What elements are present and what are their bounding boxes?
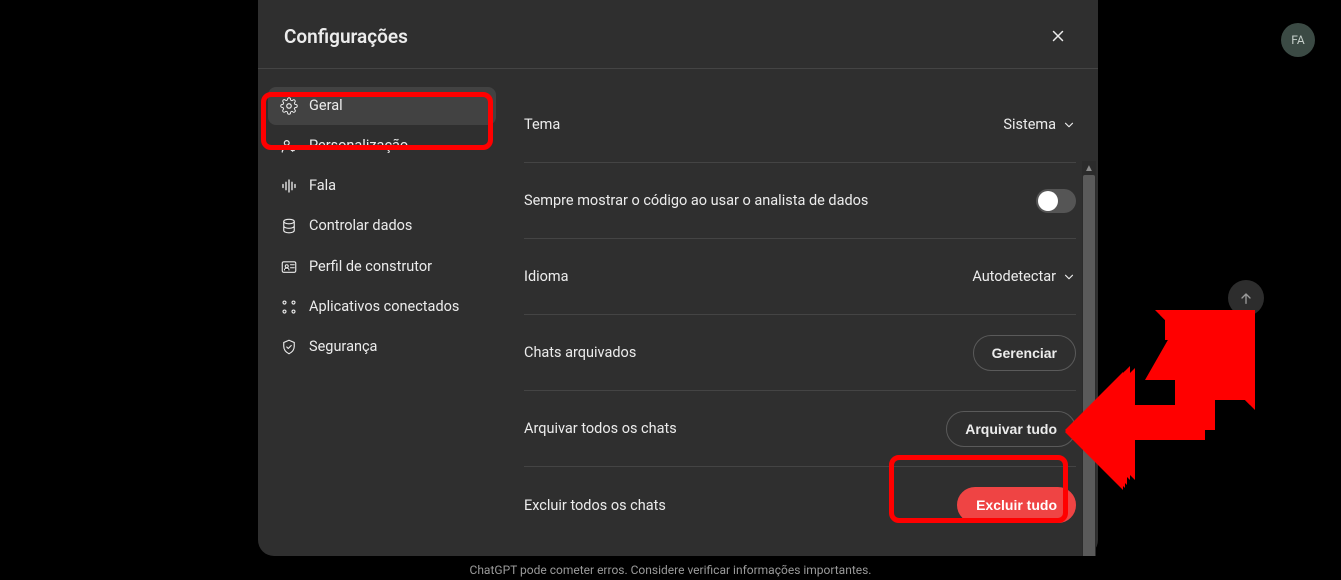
- close-icon: [1049, 27, 1067, 45]
- settings-modal: Configurações Geral Personalização: [258, 0, 1098, 556]
- modal-body: Geral Personalização Fala Controlar dado…: [258, 69, 1098, 556]
- arrow-up-icon: [1238, 290, 1254, 306]
- profile-card-icon: [280, 258, 298, 276]
- apps-grid-icon: [280, 298, 298, 316]
- sidebar-item-general[interactable]: Geral: [268, 87, 496, 125]
- chevron-down-icon: [1062, 270, 1076, 284]
- sidebar-item-label: Personalização: [309, 137, 408, 155]
- language-value: Autodetectar: [972, 268, 1056, 285]
- row-archived-chats: Chats arquivados Gerenciar: [524, 315, 1076, 391]
- sidebar-item-label: Fala: [309, 177, 336, 195]
- theme-selector[interactable]: Sistema: [1003, 116, 1076, 133]
- modal-header: Configurações: [258, 0, 1098, 69]
- row-delete-all: Excluir todos os chats Excluir tudo: [524, 467, 1076, 538]
- scrollbar-thumb[interactable]: [1083, 175, 1095, 556]
- settings-sidebar: Geral Personalização Fala Controlar dado…: [268, 87, 504, 538]
- row-label-delete-all: Excluir todos os chats: [524, 497, 666, 514]
- archive-all-button[interactable]: Arquivar tudo: [946, 411, 1076, 447]
- sidebar-item-label: Geral: [309, 97, 343, 115]
- delete-all-button[interactable]: Excluir tudo: [957, 487, 1076, 523]
- database-icon: [280, 217, 298, 235]
- sidebar-item-speech[interactable]: Fala: [268, 167, 496, 205]
- send-button[interactable]: [1228, 280, 1264, 316]
- sidebar-item-label: Perfil de construtor: [309, 258, 432, 276]
- theme-value: Sistema: [1003, 116, 1056, 133]
- sidebar-item-label: Controlar dados: [309, 217, 412, 235]
- row-language: Idioma Autodetectar: [524, 239, 1076, 315]
- sidebar-item-label: Aplicativos conectados: [309, 298, 459, 316]
- sound-wave-icon: [280, 177, 298, 195]
- row-label-code-toggle: Sempre mostrar o código ao usar o analis…: [524, 192, 868, 209]
- sidebar-item-connected-apps[interactable]: Aplicativos conectados: [268, 288, 496, 326]
- row-archive-all: Arquivar todos os chats Arquivar tudo: [524, 391, 1076, 467]
- settings-content: Tema Sistema Sempre mostrar o código ao …: [504, 87, 1092, 538]
- avatar-initials: FA: [1291, 33, 1304, 47]
- shield-icon: [280, 338, 298, 356]
- modal-title: Configurações: [284, 25, 408, 48]
- sidebar-item-security[interactable]: Segurança: [268, 328, 496, 366]
- avatar[interactable]: FA: [1281, 23, 1315, 57]
- code-toggle[interactable]: [1036, 189, 1076, 213]
- row-code-toggle: Sempre mostrar o código ao usar o analis…: [524, 163, 1076, 239]
- gear-icon: [280, 97, 298, 115]
- sidebar-item-data-controls[interactable]: Controlar dados: [268, 207, 496, 245]
- sidebar-item-label: Segurança: [309, 338, 377, 356]
- row-theme: Tema Sistema: [524, 87, 1076, 163]
- sidebar-item-builder-profile[interactable]: Perfil de construtor: [268, 248, 496, 286]
- footer-disclaimer: ChatGPT pode cometer erros. Considere ve…: [470, 563, 872, 577]
- sidebar-item-personalization[interactable]: Personalização: [268, 127, 496, 165]
- scrollbar-arrow-up-icon[interactable]: ▲: [1082, 161, 1096, 175]
- row-label-archive-all: Arquivar todos os chats: [524, 420, 677, 437]
- manage-archived-button[interactable]: Gerenciar: [973, 335, 1076, 371]
- person-settings-icon: [280, 137, 298, 155]
- chevron-down-icon: [1062, 118, 1076, 132]
- close-button[interactable]: [1044, 22, 1072, 50]
- row-label-language: Idioma: [524, 268, 569, 285]
- language-selector[interactable]: Autodetectar: [972, 268, 1076, 285]
- row-label-theme: Tema: [524, 116, 560, 133]
- row-label-archived: Chats arquivados: [524, 344, 636, 361]
- toggle-knob: [1038, 191, 1058, 211]
